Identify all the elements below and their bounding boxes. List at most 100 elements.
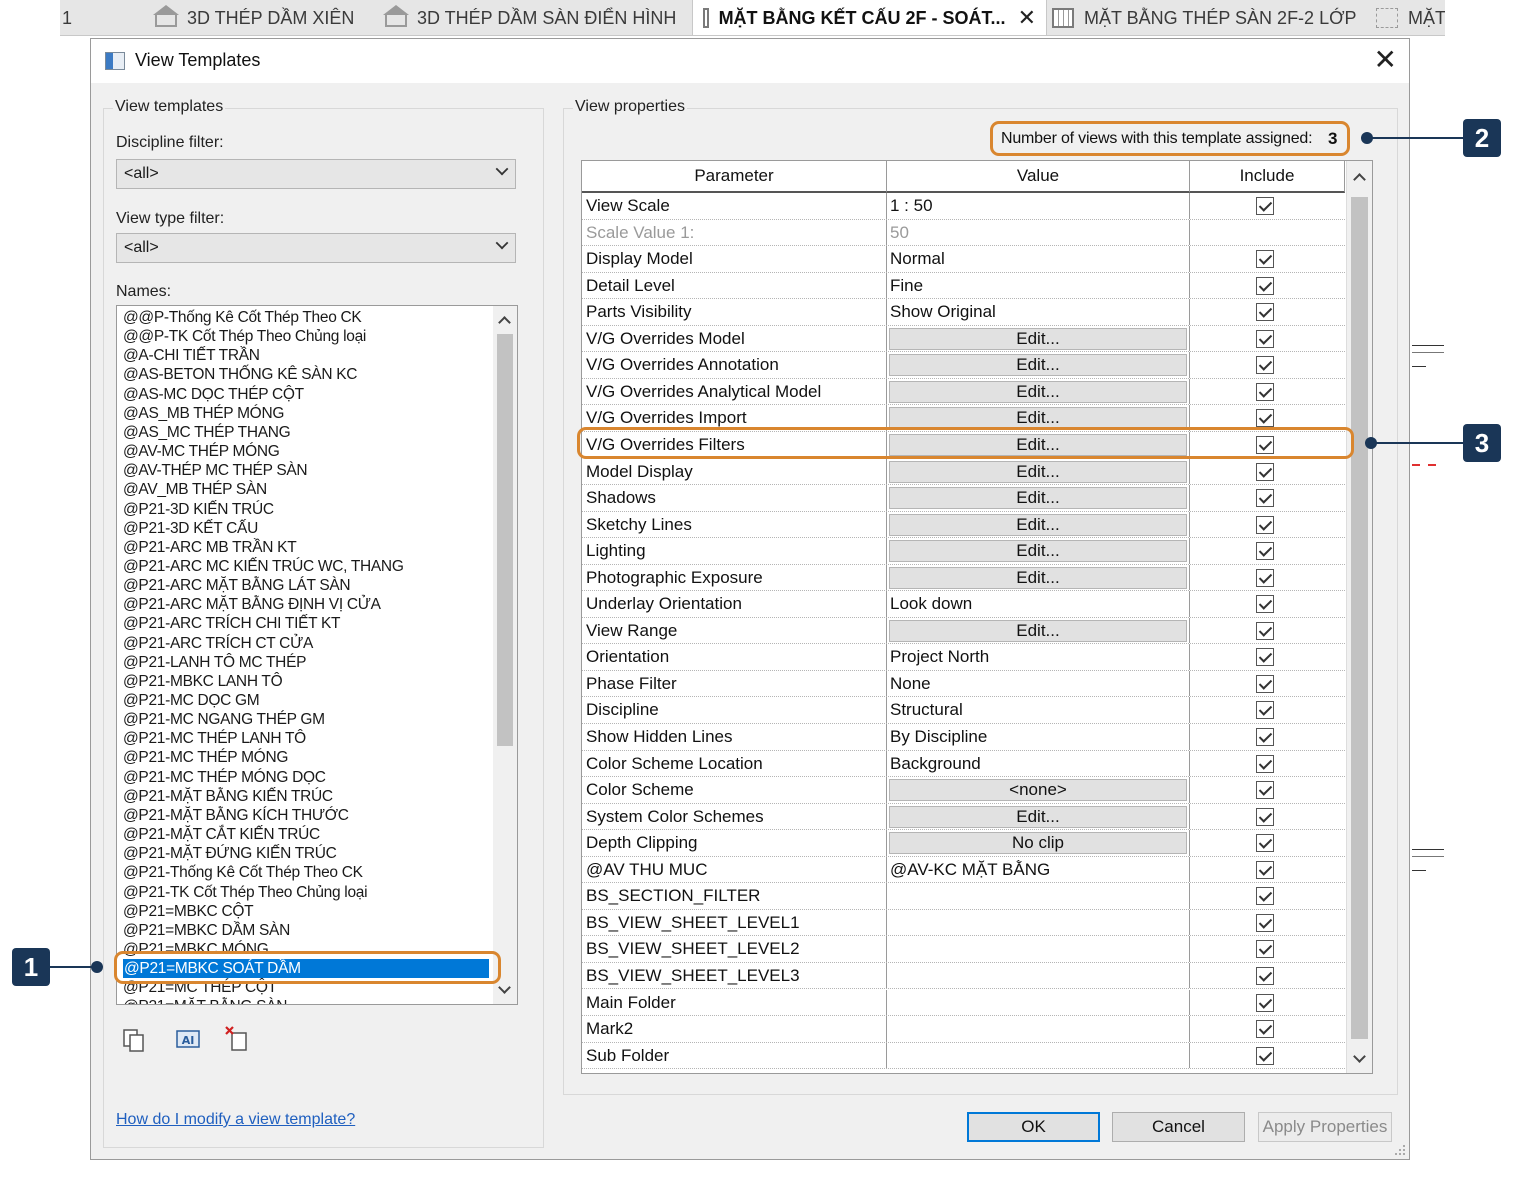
list-item[interactable]: @P21-MC NGANG THÉP GM <box>123 710 325 729</box>
value-cell[interactable] <box>890 883 1190 909</box>
table-row[interactable]: Sub Folder <box>582 1042 1345 1070</box>
resize-grip-icon[interactable] <box>1394 1144 1406 1156</box>
list-item[interactable]: @P21-MẶT ĐỨNG KIẾN TRÚC <box>123 844 337 863</box>
table-row[interactable]: Show Hidden Lines By Discipline <box>582 724 1345 751</box>
table-row[interactable]: BS_VIEW_SHEET_LEVEL2 <box>582 936 1345 963</box>
table-row[interactable]: Display Model Normal <box>582 246 1345 273</box>
list-item[interactable]: @AS_MB THÉP MÓNG <box>123 404 284 423</box>
include-checkbox[interactable] <box>1256 356 1274 375</box>
table-row[interactable]: View Scale 1 : 50 <box>582 193 1345 220</box>
include-checkbox[interactable] <box>1256 382 1274 401</box>
list-item[interactable]: @P21-Thống Kê Cốt Thép Theo CK <box>123 863 363 882</box>
tab-mat-bang-thep-san[interactable]: MẶT BẰNG THÉP SÀN 2F-2 LỚP <box>1052 0 1357 35</box>
names-scrollbar[interactable] <box>493 306 517 1004</box>
value-edit-button[interactable]: Edit... <box>889 380 1187 403</box>
table-row[interactable]: @AV THU MUC @AV-KC MẶT BẰNG <box>582 856 1345 884</box>
list-item[interactable]: @P21-MC THÉP MÓNG <box>123 748 288 767</box>
include-checkbox[interactable] <box>1256 276 1274 295</box>
value-cell[interactable]: 1 : 50 <box>890 193 1190 219</box>
include-checkbox[interactable] <box>1256 595 1274 614</box>
list-item[interactable]: @P21-ARC TRÍCH CT CỬA <box>123 634 313 653</box>
include-checkbox[interactable] <box>1256 674 1274 693</box>
list-item[interactable]: @P21-3D KIẾN TRÚC <box>123 500 274 519</box>
value-edit-button[interactable]: Edit... <box>889 540 1187 563</box>
include-checkbox[interactable] <box>1256 1046 1274 1065</box>
table-row[interactable]: BS_SECTION_FILTER <box>582 883 1345 910</box>
tab-mat-partial[interactable]: MẶT <box>1376 0 1445 35</box>
table-row[interactable]: Color Scheme Location Background <box>582 750 1345 778</box>
value-cell[interactable] <box>890 963 1190 989</box>
list-item[interactable]: @@P-TK Cốt Thép Theo Chủng loại <box>123 327 366 346</box>
scroll-up-icon[interactable] <box>498 316 511 329</box>
value-edit-button[interactable]: Edit... <box>889 487 1187 510</box>
value-cell[interactable]: @AV-KC MẶT BẰNG <box>890 857 1190 883</box>
value-cell[interactable] <box>890 990 1190 1016</box>
value-cell[interactable] <box>890 936 1190 962</box>
list-item[interactable]: @AV_MB THÉP SÀN <box>123 480 267 499</box>
scroll-up-icon[interactable] <box>1353 173 1366 186</box>
list-item[interactable]: @P21-MC THÉP LANH TÔ <box>123 729 306 748</box>
value-cell[interactable]: Look down <box>890 591 1190 617</box>
list-item[interactable]: @AV-THÉP MC THÉP SÀN <box>123 461 308 480</box>
list-item[interactable]: @P21-MBKC LANH TÔ <box>123 672 283 691</box>
scroll-down-icon[interactable] <box>1353 1050 1366 1063</box>
value-edit-button[interactable]: Edit... <box>889 460 1187 483</box>
delete-button[interactable] <box>224 1025 250 1051</box>
table-row[interactable]: Depth Clipping No clip <box>582 830 1345 857</box>
include-checkbox[interactable] <box>1256 728 1274 746</box>
include-checkbox[interactable] <box>1256 781 1274 800</box>
include-checkbox[interactable] <box>1256 754 1274 773</box>
table-row[interactable]: View Range Edit... <box>582 617 1345 645</box>
table-row[interactable]: Mark2 <box>582 1016 1345 1043</box>
value-edit-button[interactable]: Edit... <box>889 566 1187 589</box>
value-edit-button[interactable]: <none> <box>889 779 1187 802</box>
cancel-button[interactable]: Cancel <box>1112 1112 1245 1142</box>
table-row[interactable]: V/G Overrides Annotation Edit... <box>582 352 1345 379</box>
column-header-value[interactable]: Value <box>887 161 1190 193</box>
include-checkbox[interactable] <box>1256 807 1274 826</box>
dialog-close-button[interactable]: ✕ <box>1374 45 1397 75</box>
value-edit-button[interactable]: No clip <box>889 832 1187 855</box>
table-row[interactable]: Shadows Edit... <box>582 485 1345 512</box>
table-row[interactable]: Phase Filter None <box>582 670 1345 698</box>
list-item[interactable]: @P21=MBKC CỘT <box>123 902 254 921</box>
value-edit-button[interactable]: Edit... <box>889 327 1187 350</box>
include-checkbox[interactable] <box>1256 542 1274 561</box>
grid-scrollbar[interactable] <box>1346 161 1372 1073</box>
include-checkbox[interactable] <box>1256 966 1274 985</box>
tab-mat-bang-ket-cau[interactable]: MẶT BẰNG KẾT CẤU 2F - SOÁT... ✕ <box>692 0 1047 35</box>
list-item[interactable]: @AS-BETON THỐNG KÊ SÀN KC <box>123 365 357 384</box>
value-edit-button[interactable]: Edit... <box>889 513 1187 536</box>
scroll-down-icon[interactable] <box>498 981 511 994</box>
value-cell[interactable] <box>890 1043 1190 1069</box>
duplicate-button[interactable] <box>121 1027 147 1053</box>
list-item[interactable]: @P21-3D KẾT CẤU <box>123 519 258 538</box>
help-link[interactable]: How do I modify a view template? <box>116 1111 355 1129</box>
value-cell[interactable] <box>890 1016 1190 1042</box>
list-item[interactable]: @AS_MC THÉP THANG <box>123 423 291 442</box>
include-checkbox[interactable] <box>1256 993 1274 1012</box>
include-checkbox[interactable] <box>1256 940 1274 959</box>
list-item[interactable]: @AS-MC DỌC THÉP CỘT <box>123 385 304 404</box>
value-cell[interactable]: Show Original <box>890 299 1190 325</box>
include-checkbox[interactable] <box>1256 913 1274 932</box>
table-row[interactable]: Detail Level Fine <box>582 272 1345 300</box>
value-edit-button[interactable]: Edit... <box>889 619 1187 642</box>
tab-3d-thep-dam-san[interactable]: 3D THÉP DẦM SÀN ĐIỂN HÌNH <box>383 0 676 35</box>
table-row[interactable]: Discipline Structural <box>582 697 1345 724</box>
table-row[interactable]: Scale Value 1: 50 <box>582 219 1345 247</box>
tab-3d-thep-dam-xien[interactable]: 3D THÉP DẦM XIÊN <box>153 0 354 35</box>
list-item[interactable]: @P21-MẶT CẮT KIẾN TRÚC <box>123 825 320 844</box>
view-type-filter-select[interactable]: <all> <box>116 233 516 263</box>
include-checkbox[interactable] <box>1256 834 1274 853</box>
value-edit-button[interactable]: Edit... <box>889 354 1187 377</box>
table-row[interactable]: Lighting Edit... <box>582 538 1345 565</box>
column-header-include[interactable]: Include <box>1190 161 1345 193</box>
include-checkbox[interactable] <box>1256 621 1274 640</box>
names-listbox[interactable]: @@P-Thống Kê Cốt Thép Theo CK @@P-TK Cốt … <box>116 305 518 1005</box>
list-item[interactable]: @P21-ARC MB TRẦN KT <box>123 538 297 557</box>
rename-button[interactable]: AI <box>175 1027 201 1053</box>
table-row[interactable]: BS_VIEW_SHEET_LEVEL3 <box>582 962 1345 990</box>
value-cell[interactable]: By Discipline <box>890 724 1190 750</box>
discipline-filter-select[interactable]: <all> <box>116 159 516 189</box>
